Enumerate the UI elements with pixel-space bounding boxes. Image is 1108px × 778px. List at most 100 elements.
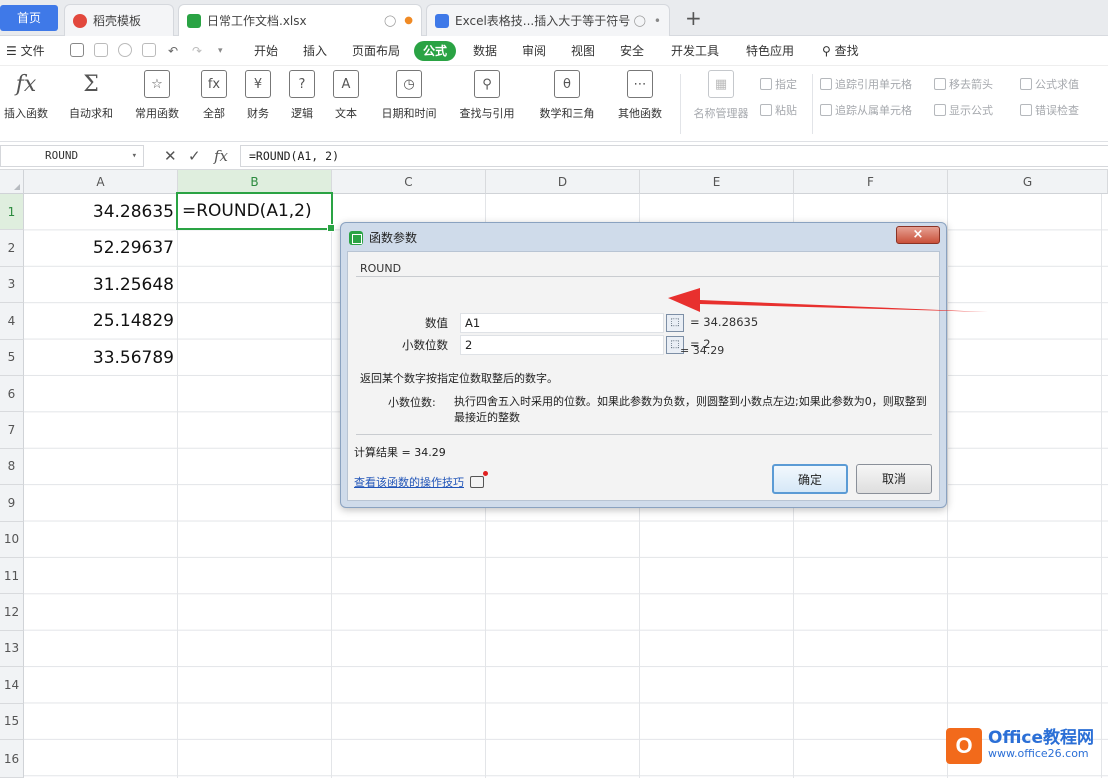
quick-access-dropdown-icon[interactable]: ▾ — [218, 36, 223, 66]
financial-button[interactable]: ¥ 财务 — [242, 70, 274, 121]
all-functions-button[interactable]: fx 全部 — [198, 70, 230, 121]
collapse-dialog-icon[interactable]: ⬚ — [666, 314, 684, 332]
row-header[interactable]: 14 — [0, 667, 24, 704]
cell-a5[interactable]: 33.56789 — [24, 340, 174, 376]
confirm-icon[interactable]: ✓ — [188, 145, 201, 167]
text-icon: A — [333, 70, 359, 98]
text-button[interactable]: A 文本 — [330, 70, 362, 121]
dialog-close-button[interactable]: × — [896, 226, 940, 244]
web-icon — [435, 13, 449, 28]
print-icon[interactable] — [118, 43, 132, 57]
new-tab-button[interactable]: + — [685, 6, 702, 30]
row-header[interactable]: 5 — [0, 339, 24, 376]
row-header[interactable]: 8 — [0, 448, 24, 486]
error-check-button[interactable]: 错误检查 — [1020, 102, 1079, 118]
row-header[interactable]: 11 — [0, 558, 24, 595]
chevron-down-icon[interactable]: ▾ — [132, 146, 137, 166]
trace-dependents-button[interactable]: 追踪从属单元格 — [820, 102, 912, 118]
menu-review[interactable]: 审阅 — [522, 36, 546, 66]
lookup-reference-button[interactable]: ⚲ 查找与引用 — [456, 70, 518, 121]
file-menu-label: 文件 — [20, 44, 45, 58]
menu-start[interactable]: 开始 — [254, 36, 278, 66]
column-header[interactable]: E — [640, 170, 794, 194]
cell-a3[interactable]: 31.25648 — [24, 267, 174, 303]
math-trig-button[interactable]: θ 数学和三角 — [534, 70, 600, 121]
insert-function-button[interactable]: fx 插入函数 — [4, 70, 48, 121]
show-formulas-button[interactable]: 显示公式 — [934, 102, 993, 118]
cell-a2[interactable]: 52.29637 — [24, 230, 174, 266]
cell-a4[interactable]: 25.14829 — [24, 303, 174, 339]
tab-home[interactable]: 首页 — [0, 5, 58, 31]
cancel-button[interactable]: 取消 — [856, 464, 932, 494]
menu-special[interactable]: 特色应用 — [746, 36, 794, 66]
preview-icon[interactable] — [142, 43, 156, 57]
menu-formula[interactable]: 公式 — [414, 41, 457, 61]
common-functions-button[interactable]: ☆ 常用函数 — [132, 70, 182, 121]
menu-data[interactable]: 数据 — [473, 36, 497, 66]
tab-workbook[interactable]: 日常工作文档.xlsx ◯ ● — [178, 4, 422, 36]
row-header[interactable]: 7 — [0, 412, 24, 449]
row-header[interactable]: 10 — [0, 521, 24, 558]
row-header[interactable]: 15 — [0, 703, 24, 740]
lookup-reference-label: 查找与引用 — [459, 107, 515, 120]
row-header[interactable]: 13 — [0, 630, 24, 668]
math-icon: θ — [554, 70, 580, 98]
export-icon[interactable] — [94, 43, 108, 57]
column-header[interactable]: C — [332, 170, 486, 194]
define-name-button[interactable]: 指定 — [760, 76, 797, 92]
autosum-button[interactable]: Σ 自动求和 — [62, 70, 120, 121]
menu-security[interactable]: 安全 — [620, 36, 644, 66]
name-manager-button[interactable]: ▦ 名称管理器 — [690, 70, 752, 121]
tab-web-article[interactable]: Excel表格技...插入大于等于符号 ◯ • — [426, 4, 670, 36]
menu-developer[interactable]: 开发工具 — [671, 36, 719, 66]
row-header[interactable]: 9 — [0, 485, 24, 522]
arg-digits-input[interactable]: 2 — [460, 335, 664, 355]
help-link[interactable]: 查看该函数的操作技巧 — [354, 471, 488, 490]
column-header-selected[interactable]: B — [178, 170, 332, 194]
remove-arrows-button[interactable]: 移去箭头 — [934, 76, 993, 92]
evaluate-formula-button[interactable]: 公式求值 — [1020, 76, 1079, 92]
paste-name-button[interactable]: 粘贴 — [760, 102, 797, 118]
save-icon[interactable] — [70, 43, 84, 57]
column-header[interactable]: A — [24, 170, 178, 194]
cell-a1[interactable]: 34.28635 — [24, 194, 174, 230]
select-all-corner[interactable] — [0, 170, 24, 194]
arg-number-input[interactable]: A1 — [460, 313, 664, 333]
text-label: 文本 — [335, 107, 357, 120]
other-functions-button[interactable]: ⋯ 其他函数 — [612, 70, 668, 121]
fx-book-icon: fx — [201, 70, 227, 98]
row-header-selected[interactable]: 1 — [0, 194, 24, 231]
row-header[interactable]: 12 — [0, 594, 24, 631]
tab-docer[interactable]: 稻壳模板 — [64, 4, 174, 36]
logical-button[interactable]: ? 逻辑 — [286, 70, 318, 121]
formula-input[interactable]: =ROUND(A1, 2) — [240, 145, 1108, 167]
other-functions-icon: ⋯ — [627, 70, 653, 98]
column-header[interactable]: F — [794, 170, 948, 194]
undo-icon[interactable]: ↶ — [168, 36, 178, 66]
comment-icon[interactable]: ◯ — [384, 14, 396, 27]
row-header[interactable]: 2 — [0, 230, 24, 267]
column-header[interactable]: G — [948, 170, 1108, 194]
evaluate-formula-label: 公式求值 — [1035, 78, 1079, 91]
comment-icon[interactable]: ◯ — [634, 14, 646, 27]
row-header[interactable]: 6 — [0, 376, 24, 413]
trace-precedents-button[interactable]: 追踪引用单元格 — [820, 76, 912, 92]
close-tab-icon[interactable]: • — [654, 14, 661, 28]
menu-view[interactable]: 视图 — [571, 36, 595, 66]
search-menu[interactable]: ⚲ 查找 — [822, 36, 859, 66]
date-time-button[interactable]: ◷ 日期和时间 — [376, 70, 442, 121]
menu-page-layout[interactable]: 页面布局 — [352, 36, 400, 66]
row-header[interactable]: 4 — [0, 303, 24, 340]
cancel-icon[interactable]: ✕ — [164, 145, 177, 167]
row-header[interactable]: 16 — [0, 740, 24, 778]
column-header[interactable]: D — [486, 170, 640, 194]
function-name: ROUND — [360, 262, 402, 275]
redo-icon[interactable]: ↷ — [192, 36, 202, 66]
ok-button[interactable]: 确定 — [772, 464, 848, 494]
file-menu[interactable]: ☰ 文件 — [6, 36, 45, 66]
name-box[interactable]: ROUND ▾ — [0, 145, 144, 167]
cell-b1-active[interactable]: =ROUND(A1,2) — [176, 192, 335, 232]
menu-insert[interactable]: 插入 — [303, 36, 327, 66]
fx-icon[interactable]: fx — [214, 145, 228, 167]
row-header[interactable]: 3 — [0, 266, 24, 304]
